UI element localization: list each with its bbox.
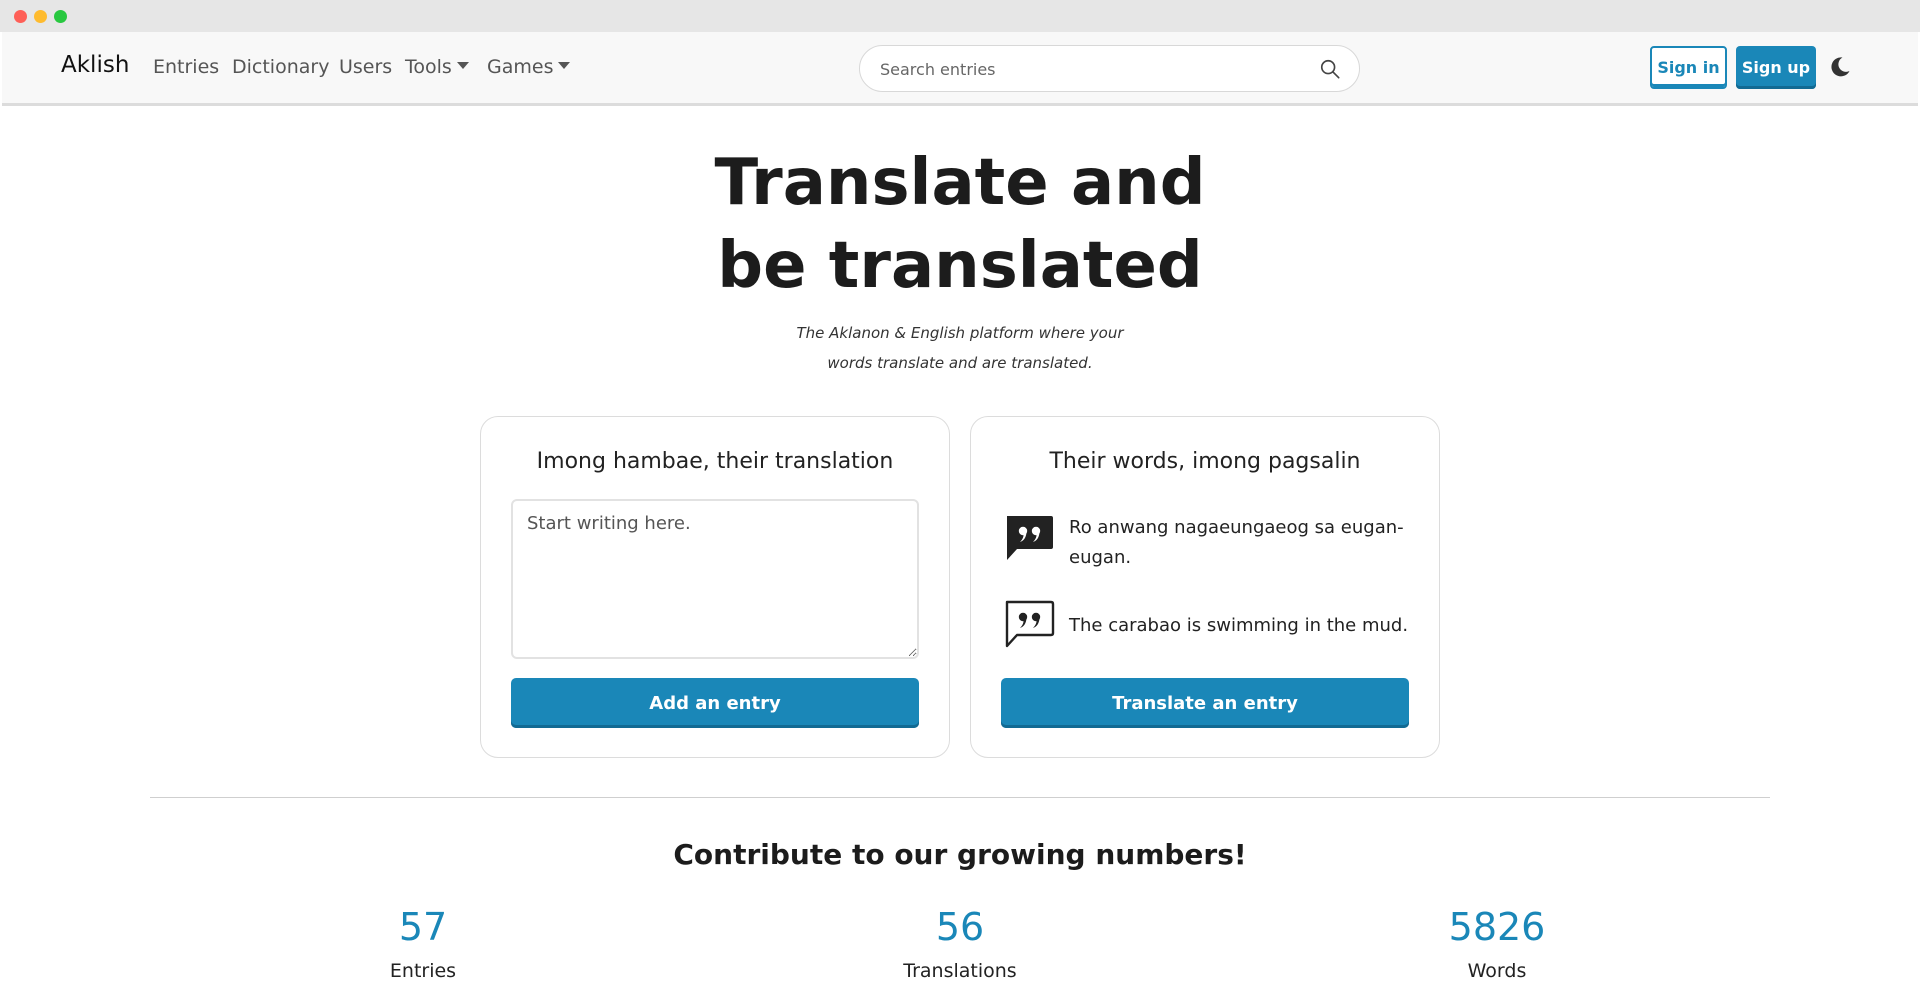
- stat-value: 56: [935, 905, 985, 949]
- add-entry-card-title: Imong hambae, their translation: [536, 449, 894, 474]
- close-window-button[interactable]: [14, 10, 27, 23]
- translate-entry-button[interactable]: Translate an entry: [1001, 678, 1409, 728]
- nav-link-dictionary[interactable]: Dictionary: [232, 56, 329, 78]
- stat-words: 5826 Words: [1347, 902, 1647, 982]
- stat-label: Words: [1467, 960, 1527, 982]
- search-bar: [859, 45, 1360, 92]
- stats-title: Contribute to our growing numbers!: [673, 838, 1247, 871]
- stat-translations: 56 Translations: [810, 902, 1110, 982]
- minimize-window-button[interactable]: [34, 10, 47, 23]
- stat-label: Entries: [389, 960, 457, 982]
- moon-icon[interactable]: [1828, 55, 1852, 79]
- hero-subtitle-line-1: The Aklanon & English platform where you…: [796, 324, 1124, 342]
- quote-source-text: Ro anwang nagaeungaeog sa eugan-eugan.: [1069, 517, 1404, 568]
- sign-in-button[interactable]: Sign in: [1650, 46, 1727, 89]
- quote-outline-icon: [1005, 600, 1055, 648]
- maximize-window-button[interactable]: [54, 10, 67, 23]
- hero-subtitle: The Aklanon & English platform where you…: [760, 318, 1160, 378]
- stat-entries: 57 Entries: [273, 902, 573, 982]
- stat-value: 57: [398, 905, 448, 949]
- section-divider: [150, 797, 1770, 798]
- entry-textarea[interactable]: [511, 499, 919, 659]
- add-entry-card: Imong hambae, their translation Add an e…: [480, 416, 950, 758]
- sign-up-button[interactable]: Sign up: [1736, 46, 1816, 89]
- hero-subtitle-line-2: words translate and are translated.: [827, 354, 1093, 372]
- caret-down-icon: [558, 62, 571, 69]
- translate-card-title: Their words, imong pagsalin: [1049, 449, 1361, 474]
- stat-value: 5826: [1448, 905, 1546, 949]
- hero-title: Translate and be translated: [660, 142, 1260, 308]
- brand-logo[interactable]: Aklish: [61, 52, 129, 78]
- translate-entry-card: Their words, imong pagsalin Ro anwang na…: [970, 416, 1440, 758]
- nav-dropdown-tools[interactable]: Tools: [405, 56, 469, 78]
- nav-dropdown-games[interactable]: Games: [487, 56, 571, 78]
- nav-link-entries[interactable]: Entries: [153, 56, 219, 78]
- quote-filled-icon: [1007, 516, 1053, 560]
- hero-title-line-1: Translate and: [714, 146, 1206, 220]
- nav-link-users[interactable]: Users: [339, 56, 392, 78]
- nav-games-label: Games: [487, 56, 554, 78]
- add-entry-button[interactable]: Add an entry: [511, 678, 919, 728]
- search-icon[interactable]: [1319, 58, 1341, 80]
- quote-translation-text: The carabao is swimming in the mud.: [1069, 615, 1409, 636]
- hero-title-line-2: be translated: [717, 229, 1203, 303]
- nav-tools-label: Tools: [405, 56, 452, 78]
- caret-down-icon: [456, 62, 469, 69]
- navbar: Aklish Entries Dictionary Users Tools Ga…: [2, 32, 1918, 106]
- window-titlebar: [0, 0, 1920, 32]
- stat-label: Translations: [903, 960, 1017, 982]
- search-input[interactable]: [880, 56, 1300, 82]
